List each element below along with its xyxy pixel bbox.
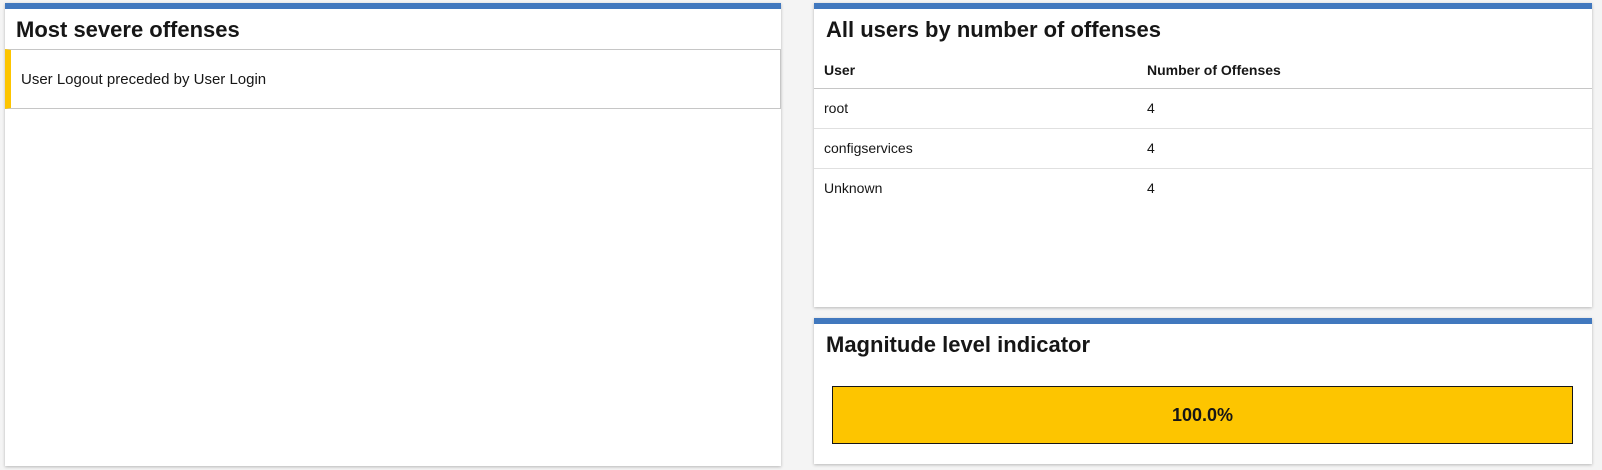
cell-offense-count: 4 [1137,88,1592,129]
card-title: All users by number of offenses [826,17,1161,42]
cell-offense-count: 4 [1147,180,1155,197]
column-header-user[interactable]: User [814,52,1137,89]
offense-item-label: User Logout preceded by User Login [21,71,267,88]
table-header-row: User Number of Offenses [814,52,1592,89]
users-by-offenses-card: All users by number of offenses User Num… [814,3,1592,307]
users-table: User Number of Offenses root 4 configser… [814,52,1592,208]
table-row[interactable]: root 4 [814,88,1592,129]
offense-item[interactable]: User Logout preceded by User Login [5,49,781,109]
card-title: Most severe offenses [16,17,240,42]
card-title: Magnitude level indicator [826,332,1091,357]
magnitude-percent-label: 100.0% [1171,404,1234,425]
cell-user: Unknown [824,180,883,197]
column-header-number-of-offenses[interactable]: Number of Offenses [1137,52,1592,89]
magnitude-bar: 100.0% [832,386,1573,444]
table-row[interactable]: Unknown 4 [814,168,1592,208]
table-row[interactable]: configservices 4 [814,128,1592,169]
cell-user: configservices [814,128,1137,169]
magnitude-level-card: Magnitude level indicator 100.0% [814,318,1592,464]
cell-offense-count: 4 [1137,128,1592,169]
cell-user: root [814,88,1137,129]
most-severe-offenses-card: Most severe offenses User Logout precede… [5,3,781,466]
